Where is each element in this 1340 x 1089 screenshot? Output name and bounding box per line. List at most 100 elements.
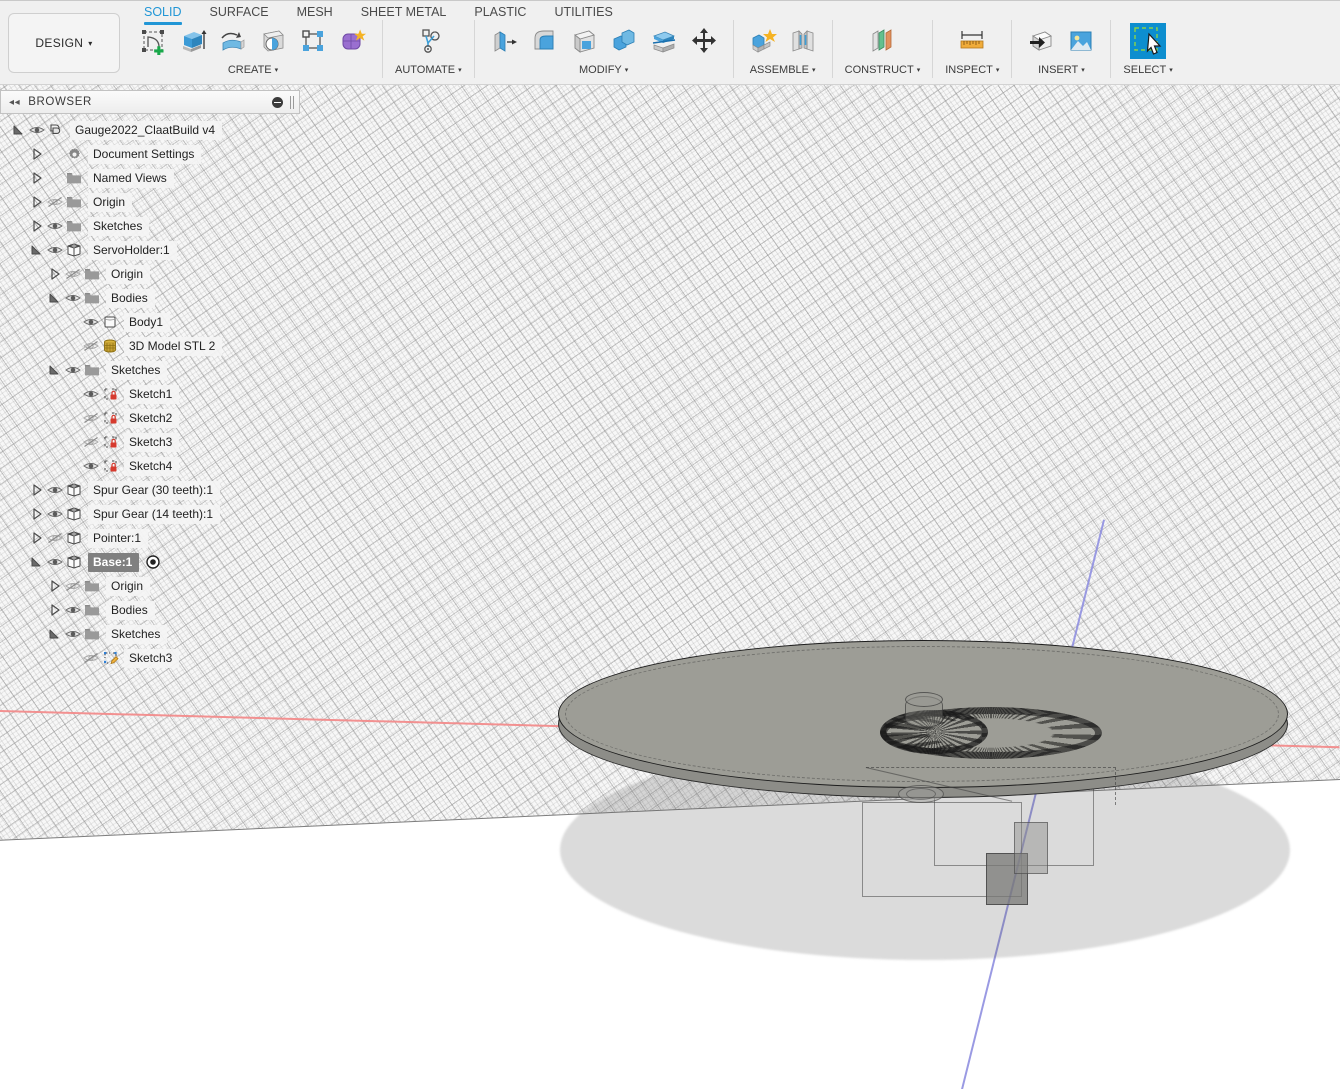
expand-arrow-right-icon[interactable] <box>30 507 44 521</box>
split-face-icon[interactable] <box>647 24 681 58</box>
tree-item-sketches[interactable]: Sketches <box>0 214 300 238</box>
tree-item-spur-gear-14-teeth-1[interactable]: Spur Gear (14 teeth):1 <box>0 502 300 526</box>
panel-resize-handle[interactable] <box>290 95 294 109</box>
tab-label: UTILITIES <box>554 5 613 19</box>
joint-icon[interactable] <box>786 24 820 58</box>
expand-arrow-right-icon[interactable] <box>30 531 44 545</box>
expand-arrow-right-icon[interactable] <box>48 579 62 593</box>
tree-item-spur-gear-30-teeth-1[interactable]: Spur Gear (30 teeth):1 <box>0 478 300 502</box>
ribbon-group-label-assemble[interactable]: ASSEMBLE ▾ <box>750 64 816 76</box>
ribbon-group-label-modify[interactable]: MODIFY ▾ <box>579 64 628 76</box>
eye-visible-icon[interactable] <box>64 604 82 616</box>
tree-item-sketches[interactable]: Sketches <box>0 622 300 646</box>
eye-visible-icon[interactable] <box>46 484 64 496</box>
select-window-icon[interactable] <box>1128 21 1168 61</box>
move-copy-icon[interactable] <box>687 24 721 58</box>
tree-item-origin[interactable]: Origin <box>0 574 300 598</box>
ribbon-group-construct: CONSTRUCT ▾ <box>839 20 927 76</box>
offset-plane-icon[interactable] <box>865 24 899 58</box>
activated-radio-icon[interactable] <box>145 554 161 570</box>
chevron-down-icon: ▾ <box>812 67 816 74</box>
workspace-switcher-button[interactable]: DESIGN ▾ <box>8 13 120 73</box>
expand-arrow-down-icon[interactable] <box>48 627 62 641</box>
eye-visible-icon[interactable] <box>46 220 64 232</box>
insert-image-icon[interactable] <box>1064 24 1098 58</box>
tree-item-body1[interactable]: Body1 <box>0 310 300 334</box>
eye-hidden-icon[interactable] <box>82 412 100 424</box>
expand-arrow-right-icon[interactable] <box>30 147 44 161</box>
tree-item-document-settings[interactable]: Document Settings <box>0 142 300 166</box>
expand-arrow-right-icon[interactable] <box>48 267 62 281</box>
ribbon-group-label-construct[interactable]: CONSTRUCT ▾ <box>845 64 921 76</box>
new-component-icon[interactable] <box>746 24 780 58</box>
tree-item-sketch3[interactable]: Sketch3 <box>0 646 300 670</box>
eye-hidden-icon[interactable] <box>82 340 100 352</box>
ribbon-group-label-automate[interactable]: AUTOMATE ▾ <box>395 64 462 76</box>
tree-item-sketch1[interactable]: Sketch1 <box>0 382 300 406</box>
expand-arrow-right-icon[interactable] <box>48 603 62 617</box>
tree-item-3d-model-stl-2[interactable]: 3D Model STL 2 <box>0 334 300 358</box>
ribbon-group-label-select[interactable]: SELECT ▾ <box>1123 64 1172 76</box>
expand-arrow-right-icon[interactable] <box>30 219 44 233</box>
pattern-icon[interactable] <box>296 24 330 58</box>
expand-arrow-right-icon[interactable] <box>30 195 44 209</box>
expand-arrow-down-icon[interactable] <box>30 243 44 257</box>
tree-item-pointer-1[interactable]: Pointer:1 <box>0 526 300 550</box>
eye-visible-icon[interactable] <box>46 556 64 568</box>
tree-item-sketch2[interactable]: Sketch2 <box>0 406 300 430</box>
ribbon-group-label-insert[interactable]: INSERT ▾ <box>1038 64 1085 76</box>
eye-visible-icon[interactable] <box>46 508 64 520</box>
fillet-icon[interactable] <box>527 24 561 58</box>
eye-visible-icon[interactable] <box>82 388 100 400</box>
tree-item-bodies[interactable]: Bodies <box>0 286 300 310</box>
eye-visible-icon[interactable] <box>46 244 64 256</box>
tree-item-named-views[interactable]: Named Views <box>0 166 300 190</box>
insert-derive-icon[interactable] <box>1024 24 1058 58</box>
automate-icon[interactable] <box>411 24 445 58</box>
ribbon-toolbar: DESIGN ▾ SOLID SURFACE MESH SHEET METAL … <box>0 0 1340 85</box>
collapse-panel-icon[interactable]: ◂◂ <box>9 97 20 108</box>
eye-visible-icon[interactable] <box>64 292 82 304</box>
create-sketch-icon[interactable] <box>136 24 170 58</box>
revolve-icon[interactable] <box>216 24 250 58</box>
measure-icon[interactable] <box>955 24 989 58</box>
tree-item-base-1[interactable]: Base:1 <box>0 550 300 574</box>
eye-hidden-icon[interactable] <box>64 580 82 592</box>
eye-visible-icon[interactable] <box>64 628 82 640</box>
tree-item-servoholder-1[interactable]: ServoHolder:1 <box>0 238 300 262</box>
eye-hidden-icon[interactable] <box>64 268 82 280</box>
press-pull-icon[interactable] <box>487 24 521 58</box>
eye-hidden-icon[interactable] <box>46 532 64 544</box>
tree-item-sketches[interactable]: Sketches <box>0 358 300 382</box>
eye-visible-icon[interactable] <box>64 364 82 376</box>
expand-arrow-right-icon[interactable] <box>30 483 44 497</box>
tree-item-gauge2022-claatbuild-v4[interactable]: Gauge2022_ClaatBuild v4 <box>0 118 300 142</box>
eye-hidden-icon[interactable] <box>82 436 100 448</box>
servo-inner-face[interactable] <box>1014 822 1048 874</box>
tree-item-origin[interactable]: Origin <box>0 190 300 214</box>
sphere-icon[interactable] <box>256 24 290 58</box>
tree-item-sketch3[interactable]: Sketch3 <box>0 430 300 454</box>
tree-item-origin[interactable]: Origin <box>0 262 300 286</box>
tree-item-label: Named Views <box>88 168 174 188</box>
eye-hidden-icon[interactable] <box>82 652 100 664</box>
expand-arrow-down-icon[interactable] <box>12 123 26 137</box>
expand-arrow-down-icon[interactable] <box>48 363 62 377</box>
form-icon[interactable] <box>336 24 370 58</box>
ribbon-group-label-inspect[interactable]: INSPECT ▾ <box>945 64 999 76</box>
expand-arrow-right-icon[interactable] <box>30 171 44 185</box>
eye-hidden-icon[interactable] <box>46 196 64 208</box>
combine-icon[interactable] <box>607 24 641 58</box>
extrude-icon[interactable] <box>176 24 210 58</box>
folder-icon <box>64 219 84 233</box>
ribbon-group-label-create[interactable]: CREATE ▾ <box>228 64 278 76</box>
tree-item-bodies[interactable]: Bodies <box>0 598 300 622</box>
eye-visible-icon[interactable] <box>82 316 100 328</box>
eye-visible-icon[interactable] <box>82 460 100 472</box>
shell-icon[interactable] <box>567 24 601 58</box>
eye-visible-icon[interactable] <box>28 124 46 136</box>
expand-arrow-down-icon[interactable] <box>48 291 62 305</box>
minimize-icon[interactable] <box>272 96 283 108</box>
expand-arrow-down-icon[interactable] <box>30 555 44 569</box>
tree-item-sketch4[interactable]: Sketch4 <box>0 454 300 478</box>
